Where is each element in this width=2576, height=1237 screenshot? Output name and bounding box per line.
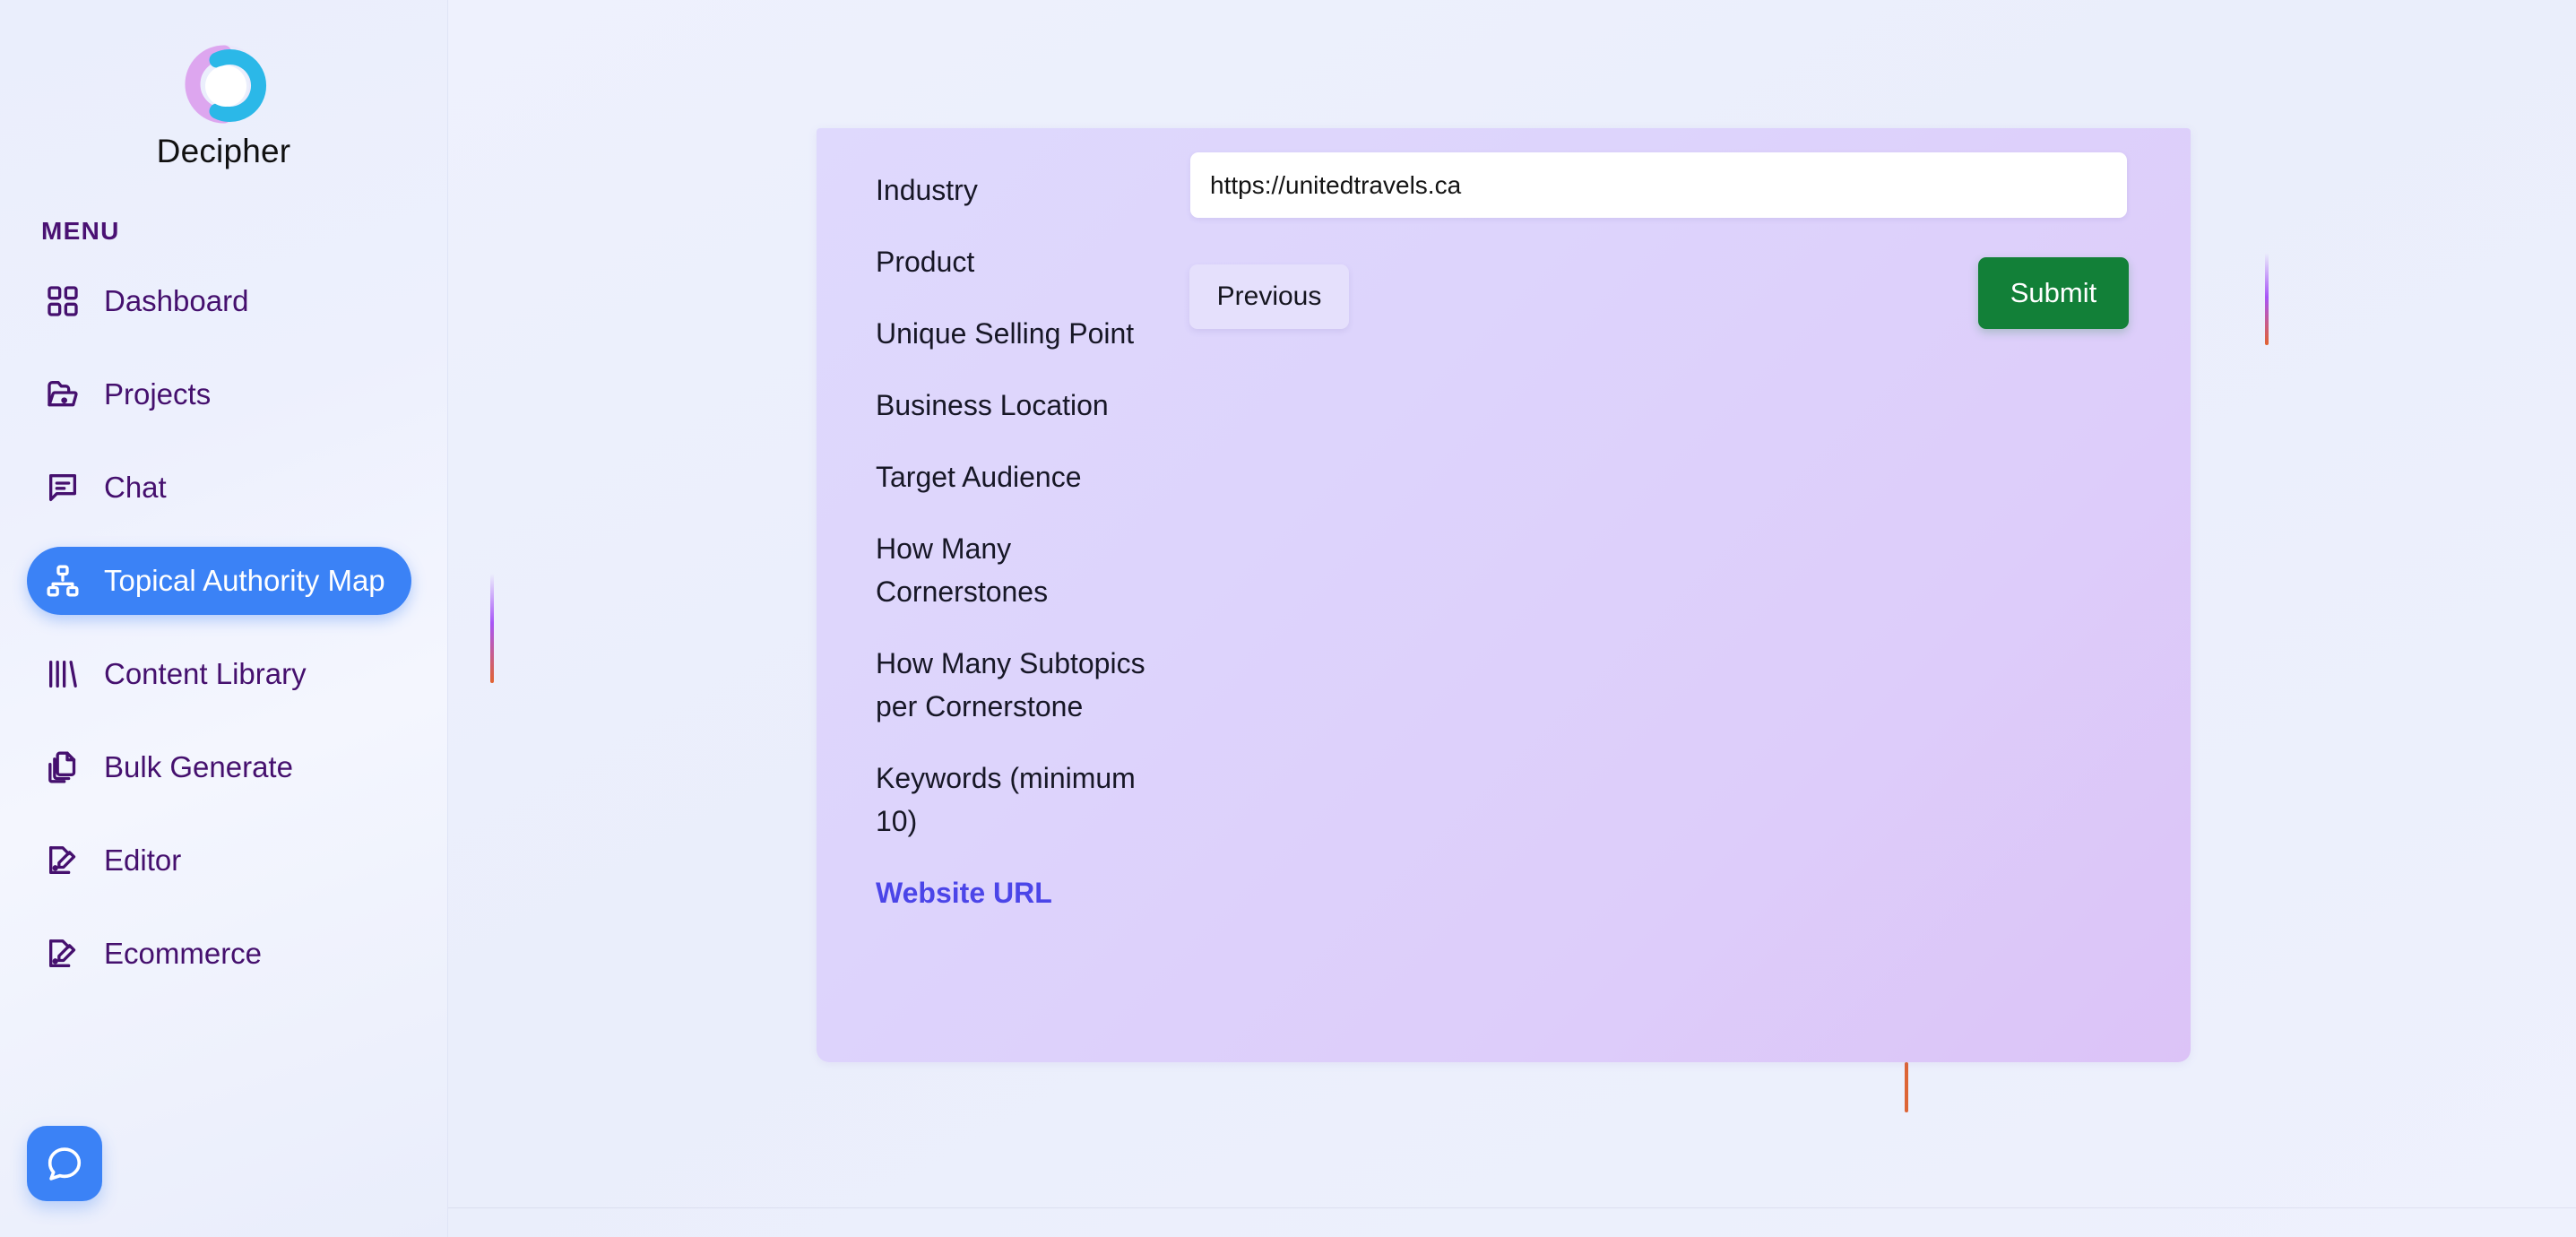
sidebar-item-topical-authority-map[interactable]: Topical Authority Map	[27, 547, 411, 615]
field-label-industry: Industry	[876, 174, 978, 206]
grid-icon	[43, 281, 82, 321]
sidebar-nav: Dashboard Projects Chat Topical Authorit…	[0, 267, 447, 988]
sidebar-item-chat[interactable]: Chat	[27, 454, 411, 522]
app-root: Decipher MENU Dashboard Projects Chat To…	[0, 0, 2576, 1237]
submit-button[interactable]: Submit	[1978, 257, 2129, 329]
field-label-how-many-subtopics-per-cornerstone: How Many Subtopics per Cornerstone	[876, 647, 1145, 722]
previous-button[interactable]: Previous	[1189, 264, 1349, 329]
sidebar-item-label: Chat	[104, 471, 167, 504]
form-field-label-list: Industry Product Unique Selling Point Bu…	[876, 169, 1171, 914]
sidebar-item-bulk-generate[interactable]: Bulk Generate	[27, 733, 411, 801]
decorative-tick-left	[490, 574, 494, 683]
sidebar-item-label: Content Library	[104, 657, 307, 690]
menu-section-label: MENU	[41, 217, 120, 245]
sidebar-item-label: Ecommerce	[104, 937, 263, 970]
sidebar-item-label: Editor	[104, 843, 182, 877]
brand-name: Decipher	[156, 133, 291, 169]
sitemap-icon	[43, 561, 82, 601]
field-label-keywords: Keywords (minimum 10)	[876, 762, 1136, 837]
sidebar-item-label: Topical Authority Map	[104, 564, 385, 597]
website-url-input[interactable]	[1190, 152, 2127, 218]
decipher-ring-logo-icon	[181, 41, 267, 127]
document-edit-icon	[43, 841, 82, 880]
sidebar-item-content-library[interactable]: Content Library	[27, 640, 411, 708]
chat-bubble-icon	[44, 1143, 85, 1184]
main-content: Industry Product Unique Selling Point Bu…	[448, 0, 2576, 1237]
field-label-product: Product	[876, 246, 975, 278]
message-icon	[43, 468, 82, 507]
sidebar: Decipher MENU Dashboard Projects Chat To…	[0, 0, 448, 1237]
sidebar-item-label: Dashboard	[104, 284, 249, 317]
folder-icon	[43, 375, 82, 414]
sidebar-item-ecommerce[interactable]: Ecommerce	[27, 920, 411, 988]
books-icon	[43, 654, 82, 694]
decorative-tick-bottom	[1905, 1062, 1908, 1112]
sidebar-item-label: Projects	[104, 377, 212, 411]
sidebar-item-label: Bulk Generate	[104, 750, 293, 783]
field-label-business-location: Business Location	[876, 389, 1109, 421]
field-label-target-audience: Target Audience	[876, 461, 1082, 493]
field-label-how-many-cornerstones: How Many Cornerstones	[876, 532, 1049, 608]
field-label-unique-selling-point: Unique Selling Point	[876, 317, 1135, 350]
chat-support-button[interactable]	[27, 1126, 102, 1201]
sidebar-item-dashboard[interactable]: Dashboard	[27, 267, 411, 335]
field-label-website-url: Website URL	[876, 877, 1052, 909]
decorative-tick-right	[2265, 253, 2269, 345]
sidebar-item-projects[interactable]: Projects	[27, 360, 411, 428]
copy-files-icon	[43, 748, 82, 787]
document-edit-icon	[43, 934, 82, 973]
brand: Decipher	[0, 0, 447, 170]
bottom-divider	[448, 1207, 2576, 1208]
sidebar-item-editor[interactable]: Editor	[27, 826, 411, 895]
topical-authority-form-panel: Industry Product Unique Selling Point Bu…	[817, 128, 2191, 1062]
